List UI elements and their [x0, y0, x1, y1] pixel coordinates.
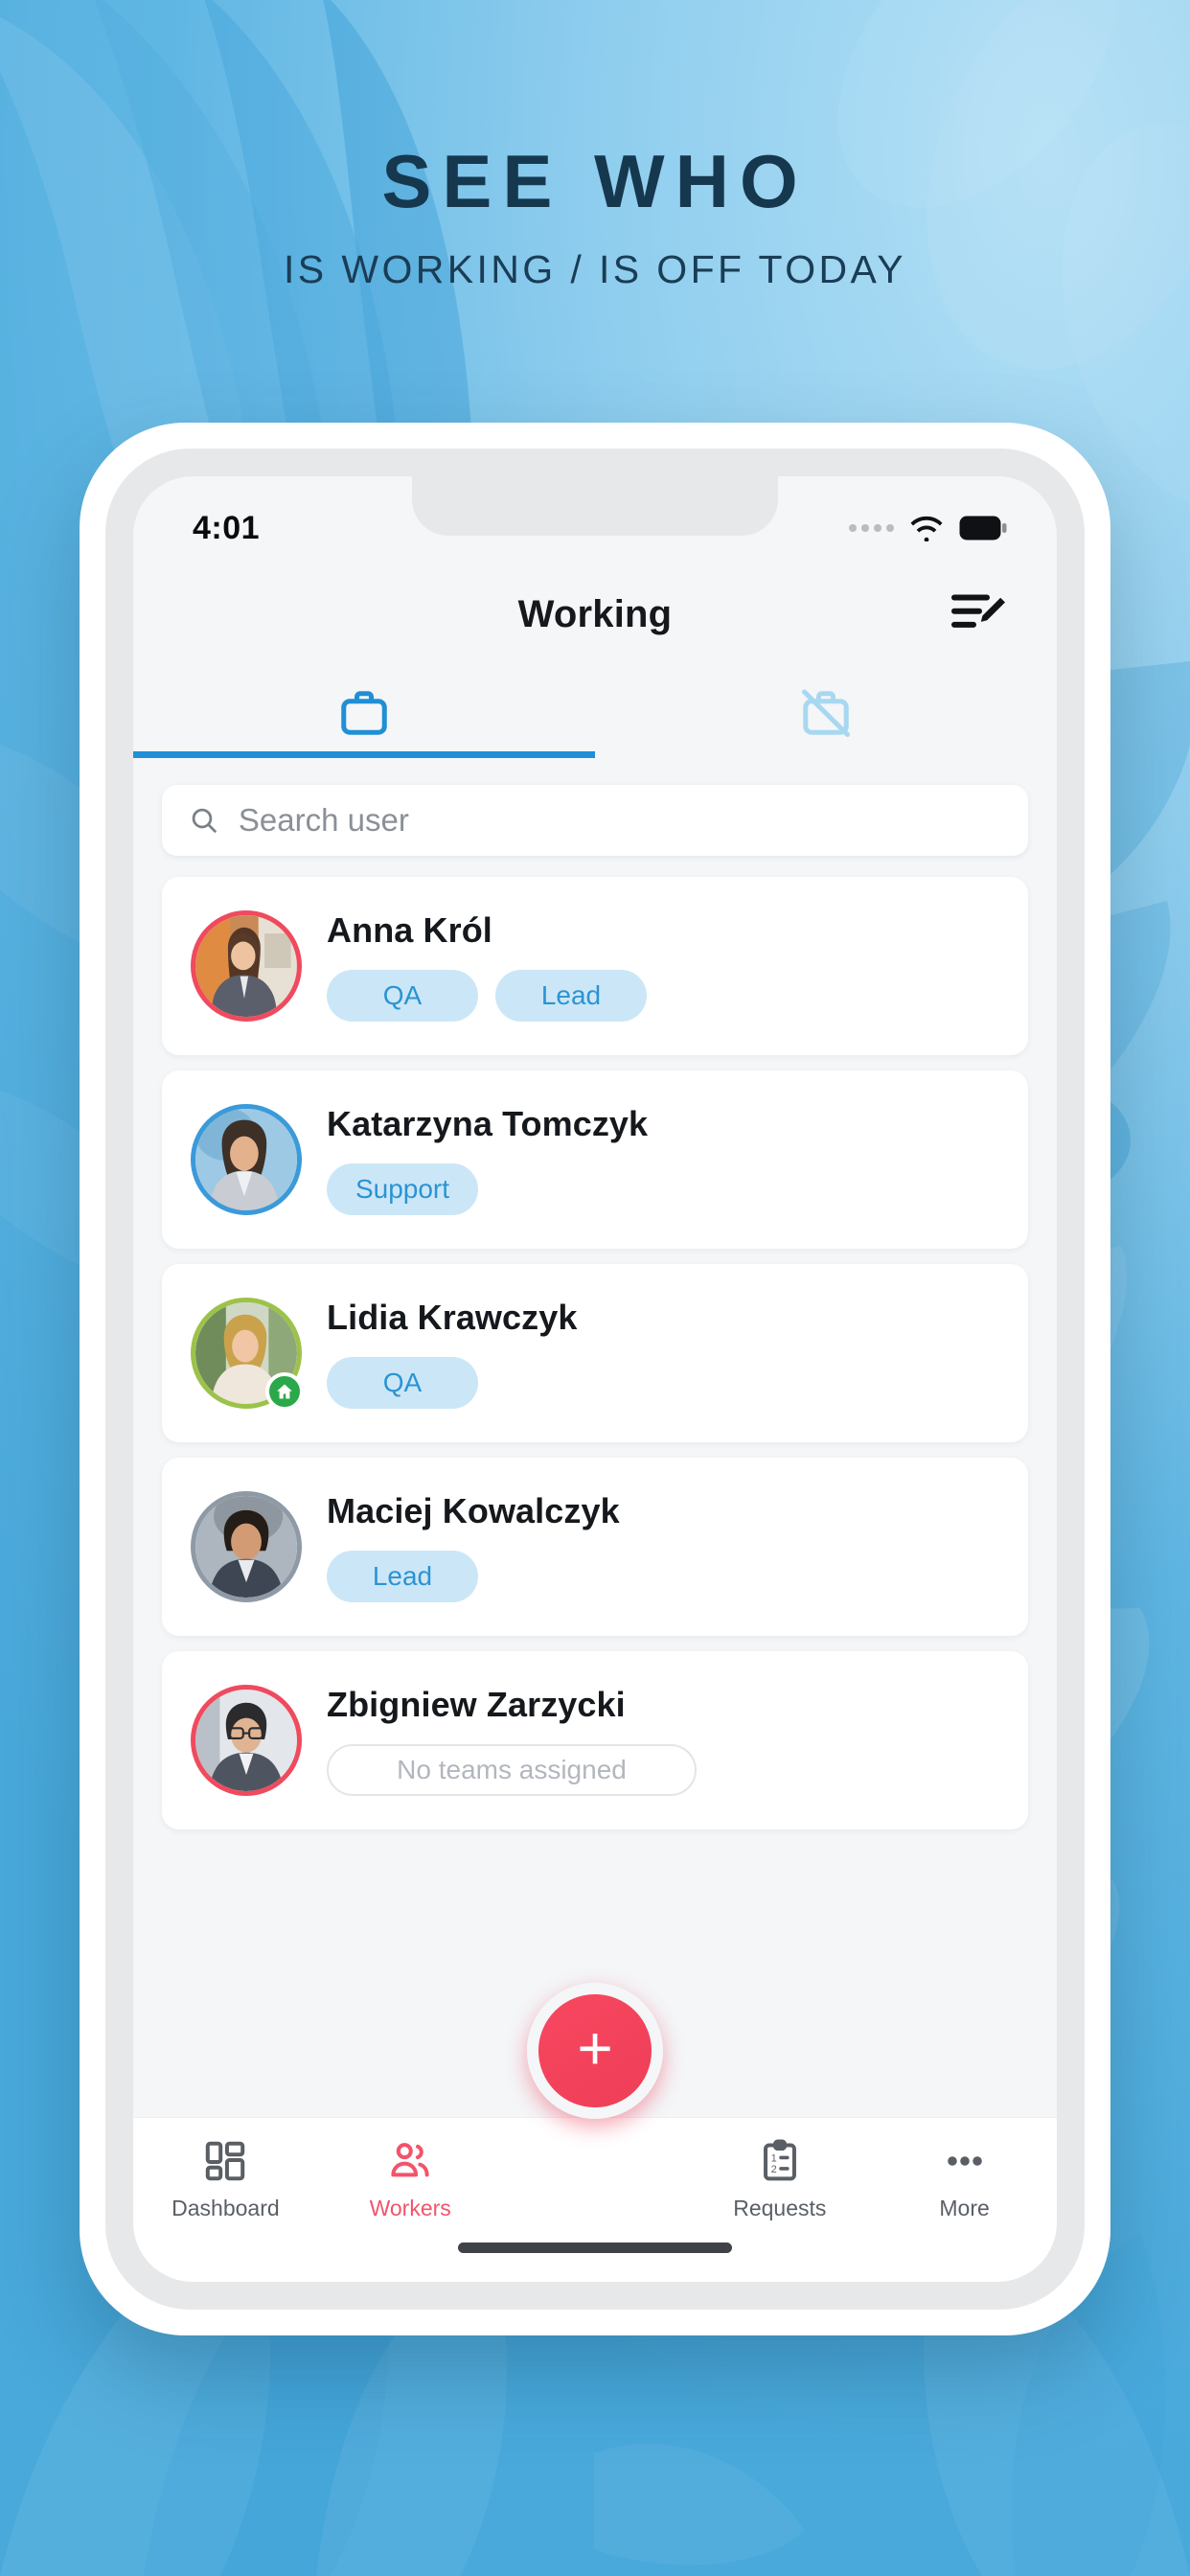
search-section — [162, 785, 1028, 856]
tab-off[interactable] — [595, 666, 1057, 758]
user-card[interactable]: Maciej Kowalczyk Lead — [162, 1458, 1028, 1636]
nav-label: More — [939, 2196, 990, 2220]
home-badge — [265, 1372, 304, 1411]
phone-body: 4:01 Working Search user Anna Król QA Le… — [105, 448, 1085, 2310]
dashboard-grid-icon — [206, 2141, 245, 2181]
user-tags: QA Lead — [327, 970, 999, 1022]
user-tags: Lead — [327, 1551, 999, 1602]
user-tags: Support — [327, 1163, 999, 1215]
bottom-navigation: Dashboard Workers 1 2 Requests More — [133, 2117, 1057, 2282]
page-subtitle: IS WORKING / IS OFF TODAY — [284, 247, 906, 291]
tab-working[interactable] — [133, 666, 595, 758]
team-tag[interactable]: Lead — [495, 970, 647, 1022]
edit-list-icon[interactable] — [951, 592, 1007, 637]
tab-bar — [133, 666, 1057, 758]
nav-item-more[interactable]: More — [872, 2139, 1057, 2221]
nav-item-workers[interactable]: Workers — [318, 2139, 503, 2221]
phone-notch — [412, 476, 778, 536]
user-info: Anna Król QA Lead — [327, 910, 999, 1022]
nav-item-dashboard[interactable]: Dashboard — [133, 2139, 318, 2221]
status-icons — [849, 516, 1007, 541]
avatar — [191, 1298, 304, 1411]
poster-text-block: SEE WHO IS WORKING / IS OFF TODAY — [0, 144, 1190, 292]
user-tags: QA — [327, 1357, 999, 1409]
user-tags: No teams assigned — [327, 1744, 999, 1796]
user-name: Maciej Kowalczyk — [327, 1491, 620, 1530]
briefcase-icon — [341, 691, 387, 735]
nav-label: Workers — [369, 2196, 451, 2220]
more-dots-icon — [947, 2156, 982, 2166]
svg-text:2: 2 — [771, 2164, 777, 2175]
user-name: Lidia Krawczyk — [327, 1298, 578, 1337]
avatar-ring — [191, 910, 302, 1022]
user-info: Maciej Kowalczyk Lead — [327, 1491, 999, 1602]
home-indicator[interactable] — [458, 2242, 732, 2253]
page-title: SEE WHO — [381, 139, 809, 223]
avatar — [191, 910, 302, 1022]
user-name: Katarzyna Tomczyk — [327, 1104, 649, 1143]
tab-active-indicator — [133, 751, 595, 758]
team-tag[interactable]: QA — [327, 970, 478, 1022]
search-icon — [192, 808, 217, 833]
user-name: Zbigniew Zarzycki — [327, 1685, 626, 1724]
avatar-ring — [191, 1685, 302, 1796]
avatar — [191, 1685, 302, 1796]
user-info: Lidia Krawczyk QA — [327, 1298, 999, 1409]
team-tag[interactable]: QA — [327, 1357, 478, 1409]
user-card[interactable]: Zbigniew Zarzycki No teams assigned — [162, 1651, 1028, 1829]
nav-label: Dashboard — [172, 2196, 280, 2220]
app-header: Working — [133, 563, 1057, 666]
clipboard-list-icon: 1 2 — [763, 2139, 796, 2181]
workers-people-icon — [391, 2143, 429, 2177]
avatar — [191, 1104, 302, 1215]
signal-dots-icon — [849, 524, 894, 532]
briefcase-off-icon — [802, 689, 850, 737]
user-card[interactable]: Katarzyna Tomczyk Support — [162, 1070, 1028, 1249]
user-info: Katarzyna Tomczyk Support — [327, 1104, 999, 1215]
tab-inactive-indicator — [595, 751, 1057, 758]
search-input[interactable] — [238, 802, 1001, 839]
phone-mockup: 4:01 Working Search user Anna Król QA Le… — [80, 423, 1110, 2335]
app-title: Working — [517, 592, 673, 635]
search-bar[interactable] — [162, 785, 1028, 856]
user-info: Zbigniew Zarzycki No teams assigned — [327, 1685, 999, 1796]
user-card[interactable]: Anna Król QA Lead — [162, 877, 1028, 1055]
home-icon — [277, 1384, 292, 1399]
user-card[interactable]: Lidia Krawczyk QA — [162, 1264, 1028, 1442]
avatar-ring — [191, 1491, 302, 1602]
add-button[interactable]: + — [527, 1983, 663, 2119]
no-teams-tag: No teams assigned — [327, 1744, 697, 1796]
user-name: Anna Król — [327, 910, 492, 950]
battery-full-icon — [959, 516, 1007, 540]
status-clock: 4:01 — [193, 509, 261, 546]
team-tag[interactable]: Support — [327, 1163, 478, 1215]
avatar — [191, 1491, 302, 1602]
nav-item-requests[interactable]: 1 2 Requests — [687, 2139, 872, 2221]
wifi-icon — [910, 516, 943, 541]
svg-text:1: 1 — [771, 2153, 777, 2165]
avatar-ring — [191, 1104, 302, 1215]
phone-screen: 4:01 Working Search user Anna Król QA Le… — [133, 476, 1057, 2282]
nav-label: Requests — [733, 2196, 827, 2220]
user-list: Anna Król QA Lead Katarzyna Tomczyk Supp… — [162, 877, 1028, 1845]
team-tag[interactable]: Lead — [327, 1551, 478, 1602]
plus-icon: + — [577, 2013, 613, 2082]
